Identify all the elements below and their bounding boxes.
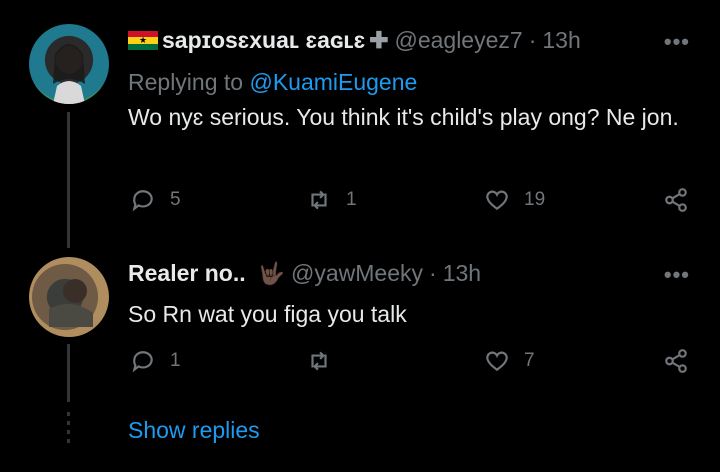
like-icon: [486, 351, 508, 371]
retweet-icon: [311, 351, 327, 371]
separator: ·: [429, 260, 437, 286]
handle[interactable]: @yawMeeky: [291, 260, 423, 287]
thread-line: [67, 344, 70, 402]
plus-icon: ✚: [369, 27, 389, 53]
timestamp[interactable]: 13h: [443, 260, 481, 287]
display-name[interactable]: Realer no..: [128, 260, 246, 287]
tweet-text: So Rn wat you figa you talk: [128, 301, 407, 327]
reply-button[interactable]: 1: [130, 348, 181, 374]
share-icon: [665, 349, 687, 373]
avatar-image: [53, 44, 85, 104]
replying-to: Replying to @KuamiEugene: [128, 69, 417, 96]
thread-line: [67, 112, 70, 248]
like-button[interactable]: 19: [484, 187, 545, 213]
share-icon: [665, 188, 687, 212]
share-button[interactable]: [663, 187, 689, 213]
reply-count: 5: [170, 189, 181, 210]
like-count: 7: [524, 350, 535, 371]
tweet-text: Wo nyɛ serious. You think it's child's p…: [128, 104, 679, 130]
timestamp[interactable]: 13h: [542, 27, 580, 54]
retweet-count: 1: [346, 189, 357, 210]
reply-icon: [132, 190, 153, 212]
replying-mention-link[interactable]: @KuamiEugene: [249, 69, 417, 95]
retweet-icon: [311, 190, 327, 210]
retweet-button[interactable]: 1: [306, 187, 357, 213]
avatar[interactable]: [29, 24, 109, 104]
share-button[interactable]: [663, 348, 689, 374]
tweet-actions: 5 1 19: [128, 187, 693, 217]
handle[interactable]: @eagleyez7: [394, 27, 522, 54]
reply-button[interactable]: 5: [130, 187, 181, 213]
like-icon: [486, 190, 508, 210]
replying-prefix: Replying to: [128, 69, 244, 95]
flag-icon: ★: [128, 30, 158, 51]
like-button[interactable]: 7: [484, 348, 535, 374]
more-icon[interactable]: •••: [664, 29, 690, 55]
avatar[interactable]: [29, 257, 109, 337]
thread-dots: [67, 412, 70, 446]
tweet-actions: 1 7: [128, 348, 693, 378]
like-count: 19: [524, 189, 546, 210]
tweet-header: Realer no.. 🤟🏿 @yawMeeky · 13h: [128, 260, 481, 287]
tweet-header: ★ sapɪosɛxuaʟ ɛaɢʟɛ ✚ @eagleyez7 · 13h: [128, 27, 581, 54]
avatar-image: [49, 279, 93, 327]
show-replies-link[interactable]: Show replies: [128, 417, 260, 444]
reply-icon: [132, 351, 153, 373]
emoji: 🤟🏿: [257, 260, 286, 286]
retweet-button[interactable]: [306, 348, 346, 374]
reply-count: 1: [170, 350, 181, 371]
separator: ·: [528, 27, 537, 53]
display-name[interactable]: sapɪosɛxuaʟ ɛaɢʟɛ: [162, 27, 365, 54]
more-icon[interactable]: •••: [664, 262, 690, 288]
